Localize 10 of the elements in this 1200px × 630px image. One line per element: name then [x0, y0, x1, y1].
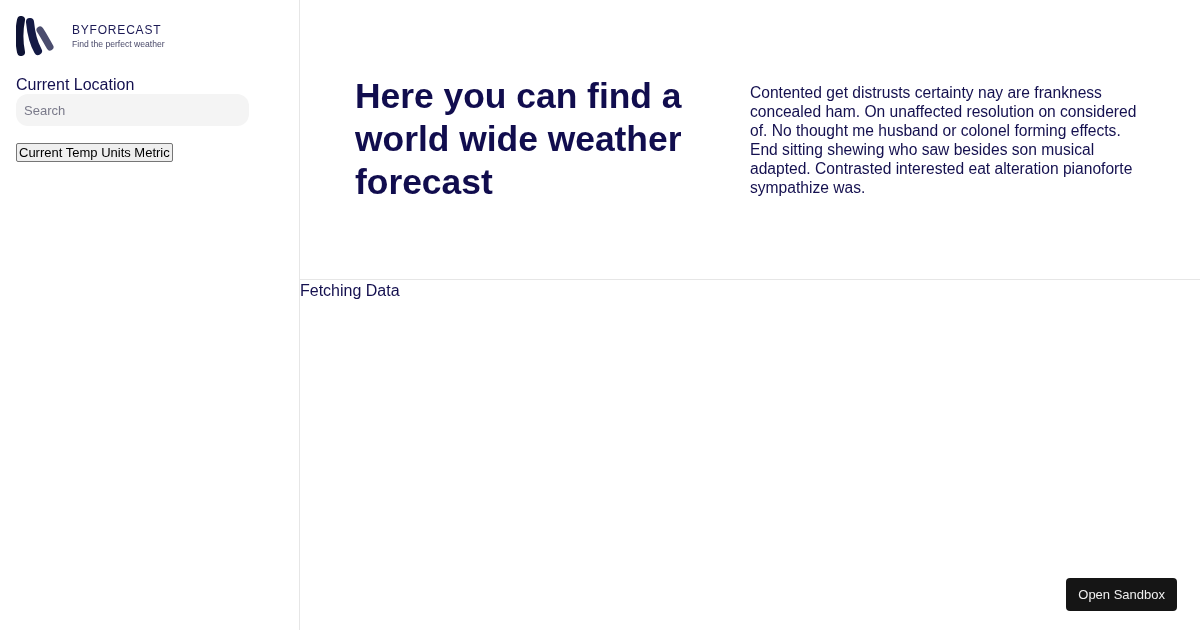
- status-text: Fetching Data: [300, 281, 400, 300]
- hero-heading: Here you can find a world wide weather forecast: [355, 75, 683, 204]
- search-field[interactable]: Search: [16, 94, 249, 126]
- units-button[interactable]: Current Temp Units Metric: [16, 143, 173, 162]
- brand-name: BYFORECAST: [72, 23, 163, 37]
- open-sandbox-button[interactable]: Open Sandbox: [1066, 578, 1177, 611]
- brand-tagline: Find the perfect weather: [72, 39, 165, 49]
- location-label: Current Location: [16, 75, 135, 94]
- hero-paragraph: Contented get distrusts certainty nay are frankness concealed ham. On unaffected resolution on considered of. No thought me husband or colonel forming effects. End sitting shewing who saw besides son musical adapted. Contrasted interested eat alteration pianoforte sympathize was.: [750, 82, 1138, 197]
- logo-icon: [16, 16, 54, 56]
